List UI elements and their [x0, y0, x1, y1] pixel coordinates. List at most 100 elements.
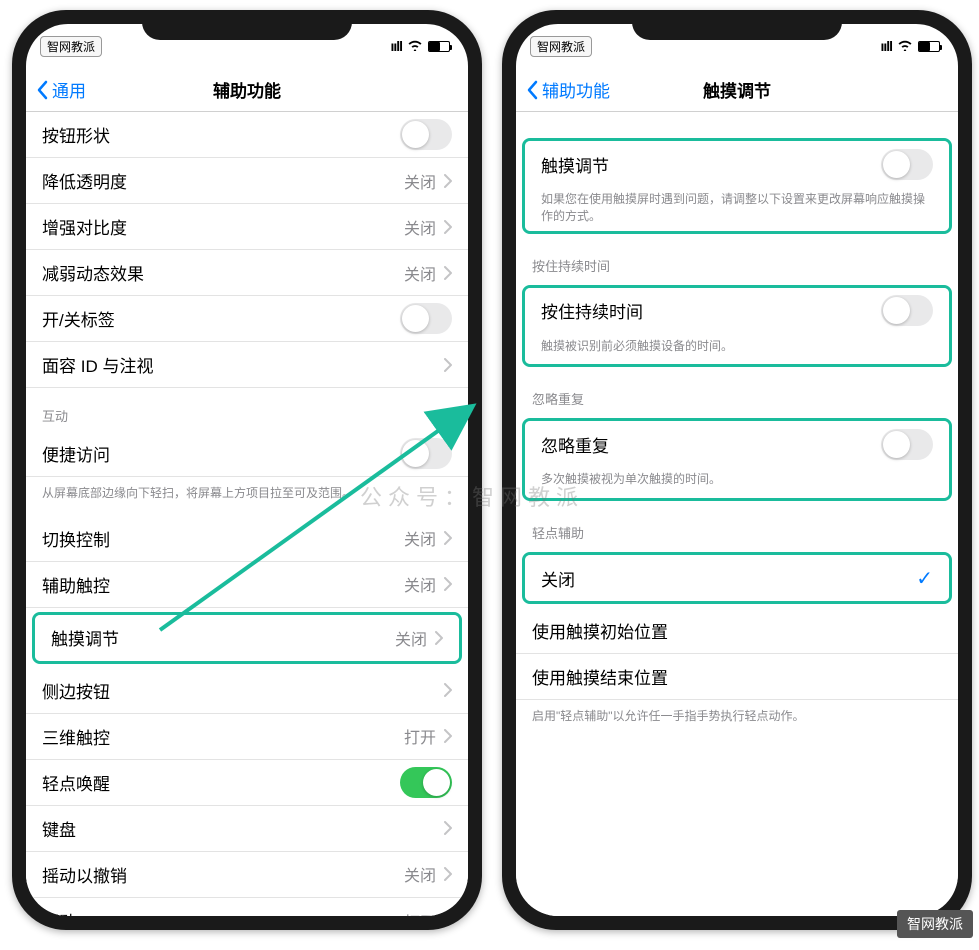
signal-icon: ııll	[390, 38, 402, 54]
row-touch-accommodations[interactable]: 触摸调节 关闭	[35, 615, 459, 661]
row-label: 开/关标签	[42, 306, 400, 331]
section-header-interaction: 互动	[26, 388, 468, 431]
reachability-footer: 从屏幕底部边缘向下轻扫，将屏幕上方项目拉至可及范围。	[26, 477, 468, 516]
battery-icon	[918, 41, 940, 52]
row-use-initial[interactable]: 使用触摸初始位置	[516, 608, 958, 654]
row-reduce-motion[interactable]: 减弱动态效果 关闭	[26, 250, 468, 296]
row-label: 关闭	[541, 566, 916, 591]
toggle-touch-accom[interactable]	[881, 149, 933, 180]
toggle-button-shapes[interactable]	[400, 119, 452, 150]
chevron-right-icon	[444, 729, 452, 743]
row-use-final[interactable]: 使用触摸结束位置	[516, 654, 958, 700]
row-label: 摇动以撤销	[42, 862, 404, 887]
screen-left: 智网教派 ııll 通用 辅助功能 按钮形状 降低透明度	[26, 24, 468, 916]
row-reduce-transparency[interactable]: 降低透明度 关闭	[26, 158, 468, 204]
toggle-reachability[interactable]	[400, 438, 452, 469]
section-header-hold: 按住持续时间	[516, 238, 958, 281]
row-increase-contrast[interactable]: 增强对比度 关闭	[26, 204, 468, 250]
row-value: 关闭	[404, 526, 436, 550]
row-side-button[interactable]: 侧边按钮	[26, 668, 468, 714]
row-label: 忽略重复	[541, 432, 881, 457]
toggle-ignore-repeat[interactable]	[881, 429, 933, 460]
row-label: 使用触摸初始位置	[532, 618, 942, 643]
row-label: 切换控制	[42, 526, 404, 551]
row-hold-duration[interactable]: 按住持续时间	[525, 288, 949, 334]
row-label: 面容 ID 与注视	[42, 352, 436, 377]
row-onoff-labels[interactable]: 开/关标签	[26, 296, 468, 342]
row-tapassist-off[interactable]: 关闭 ✓	[525, 555, 949, 601]
signal-icon: ııll	[880, 38, 892, 54]
chevron-left-icon	[36, 80, 48, 100]
carrier-badge: 智网教派	[40, 36, 102, 57]
row-value: 关闭	[404, 169, 436, 193]
row-ignore-repeat[interactable]: 忽略重复	[525, 421, 949, 467]
row-label: 增强对比度	[42, 214, 404, 239]
chevron-right-icon	[444, 577, 452, 591]
toggle-onoff-labels[interactable]	[400, 303, 452, 334]
back-button[interactable]: 辅助功能	[516, 77, 610, 102]
back-button[interactable]: 通用	[26, 77, 86, 102]
section-header-tapassist: 轻点辅助	[516, 505, 958, 548]
ignore-repeat-footer: 多次触摸被视为单次触摸的时间。	[525, 467, 949, 498]
row-assistive-touch[interactable]: 辅助触控 关闭	[26, 562, 468, 608]
notch	[142, 10, 352, 40]
row-label: 侧边按钮	[42, 678, 436, 703]
content-right: 触摸调节 如果您在使用触摸屏时遇到问题，请调整以下设置来更改屏幕响应触摸操作的方…	[516, 112, 958, 916]
chevron-right-icon	[444, 821, 452, 835]
row-label: 辅助触控	[42, 572, 404, 597]
row-vibration[interactable]: 振动 打开	[26, 898, 468, 916]
row-touch-accom-toggle[interactable]: 触摸调节	[525, 141, 949, 187]
row-label: 降低透明度	[42, 168, 404, 193]
row-tap-to-wake[interactable]: 轻点唤醒	[26, 760, 468, 806]
status-icons: ııll	[390, 38, 450, 54]
hold-duration-footer: 触摸被识别前必须触摸设备的时间。	[525, 334, 949, 365]
touch-accom-footer: 如果您在使用触摸屏时遇到问题，请调整以下设置来更改屏幕响应触摸操作的方式。	[525, 187, 949, 231]
chevron-right-icon	[444, 531, 452, 545]
highlight-touch-accom: 触摸调节 关闭	[32, 612, 462, 664]
chevron-right-icon	[435, 631, 443, 645]
row-label: 触摸调节	[51, 625, 395, 650]
notch	[632, 10, 842, 40]
row-switch-control[interactable]: 切换控制 关闭	[26, 516, 468, 562]
chevron-right-icon	[444, 867, 452, 881]
corner-badge: 智网教派	[897, 910, 973, 938]
row-label: 键盘	[42, 816, 436, 841]
row-label: 便捷访问	[42, 441, 400, 466]
status-icons: ııll	[880, 38, 940, 54]
page-title: 辅助功能	[26, 77, 468, 102]
row-label: 轻点唤醒	[42, 770, 400, 795]
chevron-right-icon	[444, 358, 452, 372]
row-faceid-attention[interactable]: 面容 ID 与注视	[26, 342, 468, 388]
row-reachability[interactable]: 便捷访问	[26, 431, 468, 477]
highlight-hold-duration: 按住持续时间 触摸被识别前必须触摸设备的时间。	[522, 285, 952, 368]
row-value: 打开	[404, 724, 436, 748]
row-label: 三维触控	[42, 724, 404, 749]
row-3d-touch[interactable]: 三维触控 打开	[26, 714, 468, 760]
back-label: 辅助功能	[542, 77, 610, 102]
tapassist-footer: 启用"轻点辅助"以允许任一手指手势执行轻点动作。	[516, 700, 958, 739]
row-value: 关闭	[404, 261, 436, 285]
row-keyboard[interactable]: 键盘	[26, 806, 468, 852]
wifi-icon	[897, 38, 913, 54]
row-label: 减弱动态效果	[42, 260, 404, 285]
row-value: 关闭	[404, 215, 436, 239]
toggle-tap-to-wake[interactable]	[400, 767, 452, 798]
wifi-icon	[407, 38, 423, 54]
toggle-hold-duration[interactable]	[881, 295, 933, 326]
row-label: 使用触摸结束位置	[532, 664, 942, 689]
chevron-right-icon	[444, 683, 452, 697]
row-button-shapes[interactable]: 按钮形状	[26, 112, 468, 158]
chevron-right-icon	[444, 220, 452, 234]
battery-icon	[428, 41, 450, 52]
screen-right: 智网教派 ııll 辅助功能 触摸调节 触摸调节	[516, 24, 958, 916]
carrier-badge: 智网教派	[530, 36, 592, 57]
row-label: 触摸调节	[541, 152, 881, 177]
row-shake-undo[interactable]: 摇动以撤销 关闭	[26, 852, 468, 898]
chevron-right-icon	[444, 174, 452, 188]
row-value: 关闭	[404, 862, 436, 886]
highlight-off: 关闭 ✓	[522, 552, 952, 604]
row-label: 振动	[42, 908, 404, 916]
row-value: 关闭	[404, 572, 436, 596]
row-label: 按住持续时间	[541, 298, 881, 323]
nav-bar: 通用 辅助功能	[26, 68, 468, 112]
